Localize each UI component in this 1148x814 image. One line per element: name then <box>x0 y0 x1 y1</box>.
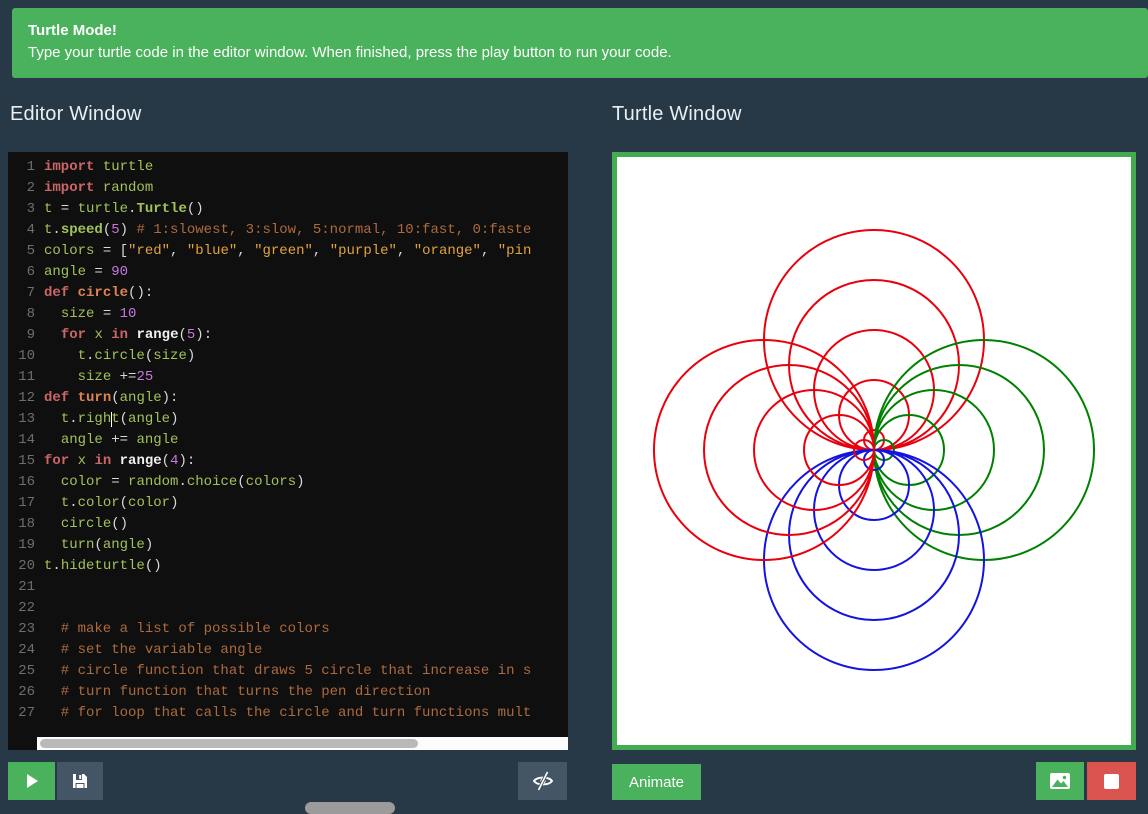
code-line[interactable]: 15 for x in range(4): <box>8 451 568 472</box>
line-number: 9 <box>26 327 35 343</box>
line-number: 3 <box>26 201 35 217</box>
code-line[interactable]: 24 # set the variable angle <box>8 640 568 661</box>
code-line[interactable]: 2 import random <box>8 178 568 199</box>
turtle-mode-banner: Turtle Mode! Type your turtle code in th… <box>12 8 1148 78</box>
line-number: 1 <box>26 159 35 175</box>
line-number: 19 <box>18 537 35 553</box>
turtle-window-heading: Turtle Window <box>612 103 742 125</box>
editor-horizontal-scrollbar[interactable] <box>37 737 568 750</box>
code-line[interactable]: 9 for x in range(5): <box>8 325 568 346</box>
code-line[interactable]: 3t = turtle.Turtle() <box>8 199 568 220</box>
code-line[interactable]: 23 # make a list of possible colors <box>8 619 568 640</box>
run-button[interactable] <box>8 762 55 800</box>
page-scrollbar-thumb[interactable] <box>305 802 395 814</box>
turtle-drawing <box>653 229 1095 671</box>
banner-subtitle: Type your turtle code in the editor wind… <box>28 44 672 61</box>
line-number: 4 <box>26 222 35 238</box>
line-number: 22 <box>18 600 35 616</box>
code-line[interactable]: 1 import turtle <box>8 157 568 178</box>
image-icon <box>1050 773 1070 789</box>
line-number: 5 <box>26 243 35 259</box>
play-icon <box>26 774 38 788</box>
code-line[interactable]: 25 # circle function that draws 5 circle… <box>8 661 568 682</box>
screenshot-button[interactable] <box>1036 762 1084 800</box>
code-line[interactable]: 7 def circle(): <box>8 283 568 304</box>
line-number: 17 <box>18 495 35 511</box>
code-line[interactable]: 10 t.circle(size) <box>8 346 568 367</box>
toggle-code-visibility-button[interactable] <box>518 762 567 800</box>
line-number: 2 <box>26 180 35 196</box>
editor-window-heading: Editor Window <box>10 103 142 125</box>
code-line[interactable]: 8 size = 10 <box>8 304 568 325</box>
line-number: 21 <box>18 579 35 595</box>
line-number: 24 <box>18 642 35 658</box>
code-line[interactable]: 12 def turn(angle): <box>8 388 568 409</box>
code-line[interactable]: 14 angle += angle <box>8 430 568 451</box>
line-number: 7 <box>26 285 35 301</box>
code-line[interactable]: 26 # turn function that turns the pen di… <box>8 682 568 703</box>
code-line[interactable]: 16 color = random.choice(colors) <box>8 472 568 493</box>
eye-slash-icon <box>532 771 553 791</box>
line-number: 6 <box>26 264 35 280</box>
code-line[interactable]: 21 <box>8 577 568 598</box>
code-line[interactable]: 6 angle = 90 <box>8 262 568 283</box>
code-line[interactable]: 22 <box>8 598 568 619</box>
line-number: 14 <box>18 432 35 448</box>
line-number: 23 <box>18 621 35 637</box>
stop-button[interactable] <box>1087 762 1136 800</box>
save-button[interactable] <box>57 762 103 800</box>
turtle-canvas <box>612 152 1136 750</box>
line-number: 8 <box>26 306 35 322</box>
banner-title: Turtle Mode! <box>28 22 117 39</box>
code-line[interactable]: 11 size +=25 <box>8 367 568 388</box>
line-number: 25 <box>18 663 35 679</box>
line-number: 18 <box>18 516 35 532</box>
editor-scrollbar-thumb[interactable] <box>40 739 418 748</box>
line-number: 15 <box>18 453 35 469</box>
code-line[interactable]: 5 colors = ["red", "blue", "green", "purp… <box>8 241 568 262</box>
line-number: 11 <box>18 369 35 385</box>
stop-square-icon <box>1104 773 1119 789</box>
code-line[interactable]: 20 t.hideturtle() <box>8 556 568 577</box>
line-number: 16 <box>18 474 35 490</box>
animate-button[interactable]: Animate <box>612 764 701 800</box>
code-line[interactable]: 13 t.right(angle) <box>8 409 568 430</box>
code-editor[interactable]: 1 import turtle 2 import random 3 t = turtle.… <box>8 152 568 750</box>
line-number: 12 <box>18 390 35 406</box>
code-line[interactable]: 27 # for loop that calls the circle and … <box>8 703 568 724</box>
line-number: 26 <box>18 684 35 700</box>
code-line[interactable]: 4 t.speed(5) # 1:slowest, 3:slow, 5:norma… <box>8 220 568 241</box>
line-number: 13 <box>18 411 35 427</box>
code-line[interactable]: 19 turn(angle) <box>8 535 568 556</box>
line-number: 27 <box>18 705 35 721</box>
line-number: 20 <box>18 558 35 574</box>
line-number: 10 <box>18 348 35 364</box>
code-line[interactable]: 18 circle() <box>8 514 568 535</box>
save-floppy-icon <box>73 774 87 788</box>
code-line[interactable]: 17 t.color(color) <box>8 493 568 514</box>
code-lines[interactable]: 1 import turtle 2 import random 3 t = turtle.… <box>8 152 568 724</box>
animate-button-label: Animate <box>628 773 685 791</box>
